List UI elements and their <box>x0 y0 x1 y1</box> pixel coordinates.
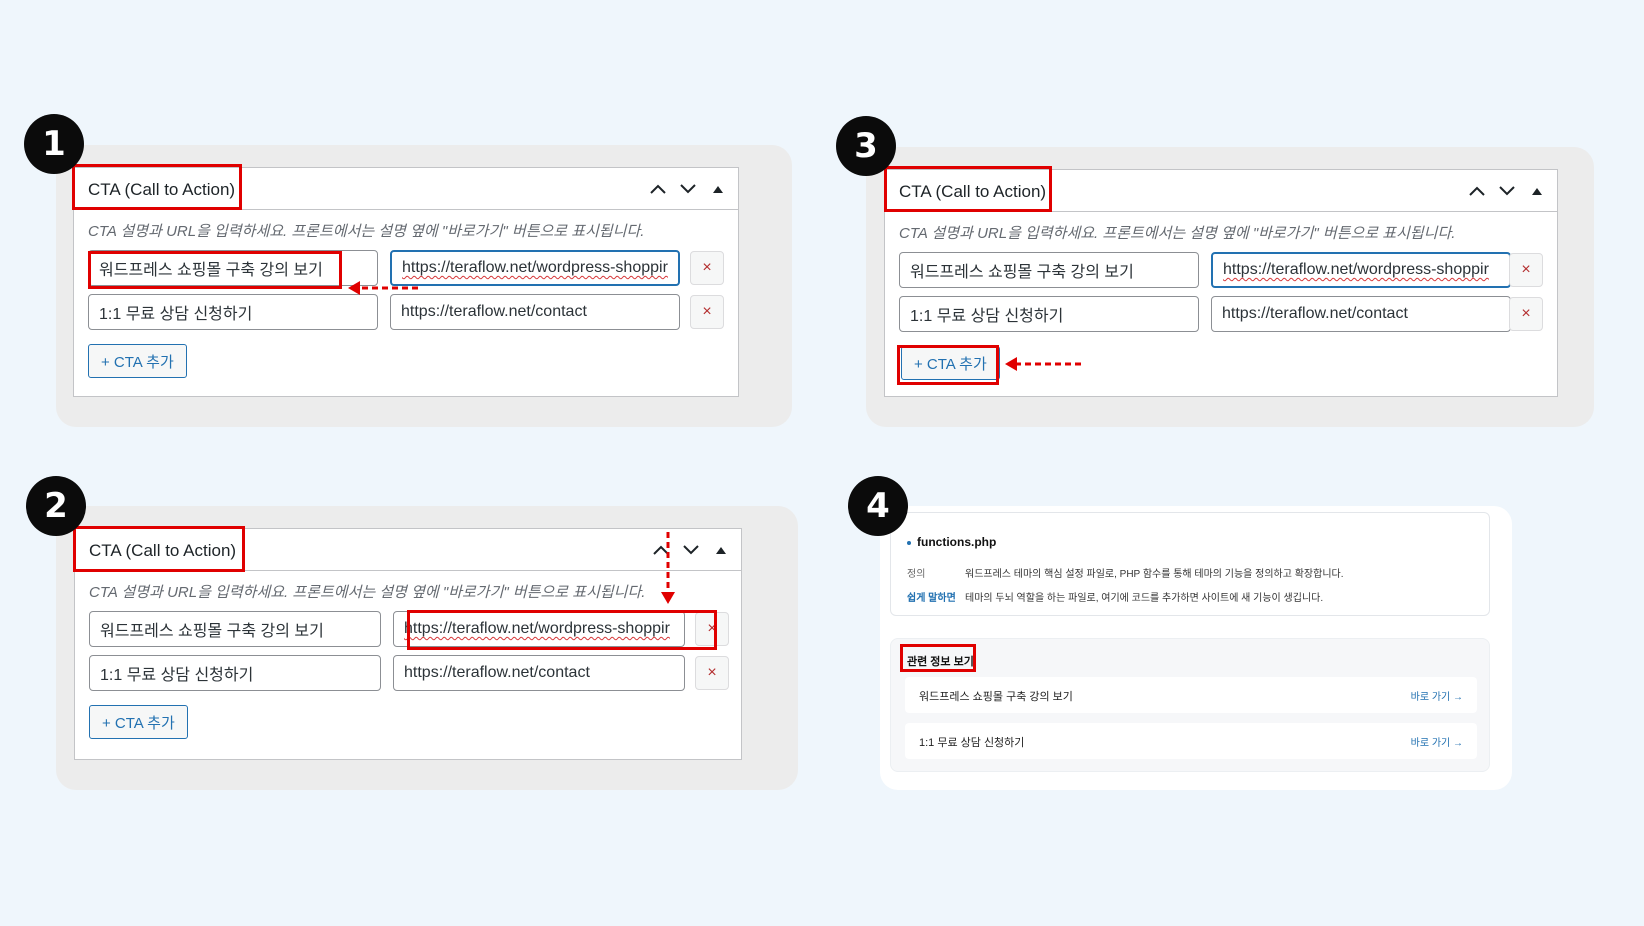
cta-url-input[interactable]: https://teraflow.net/wordpress-shoppir <box>390 250 680 286</box>
add-cta-button[interactable]: + CTA 추가 <box>901 346 1000 380</box>
add-cta-button[interactable]: + CTA 추가 <box>88 344 187 378</box>
related-item[interactable]: 워드프레스 쇼핑몰 구축 강의 보기 바로 가기 → <box>905 677 1477 713</box>
definition-row: 정의 워드프레스 테마의 핵심 설정 파일로, PHP 함수를 통해 테마의 기능… <box>907 565 1344 580</box>
related-info-box: 관련 정보 보기 워드프레스 쇼핑몰 구축 강의 보기 바로 가기 → 1:1 … <box>890 638 1490 772</box>
cta-url-input[interactable]: https://teraflow.net/wordpress-shoppir <box>1211 252 1511 288</box>
related-item[interactable]: 1:1 무료 상담 신청하기 바로 가기 → <box>905 723 1477 759</box>
chevron-down-icon[interactable] <box>676 178 700 200</box>
cta-url-text: https://teraflow.net/wordpress-shoppir <box>1223 261 1489 278</box>
arrow-left-icon <box>1005 357 1081 371</box>
definition-text: 워드프레스 테마의 핵심 설정 파일로, PHP 함수를 통해 테마의 기능을 … <box>965 569 1344 580</box>
metabox-title: CTA (Call to Action) <box>899 182 1047 201</box>
delete-row-button[interactable]: × <box>1509 297 1543 331</box>
triangle-up-icon[interactable] <box>706 178 730 200</box>
easy-key: 쉽게 말하면 <box>907 593 956 604</box>
cta-url-input[interactable]: https://teraflow.net/wordpress-shoppir <box>393 611 685 647</box>
delete-row-button[interactable]: × <box>695 612 729 646</box>
cta-url-input[interactable]: https://teraflow.net/contact <box>1211 296 1511 332</box>
triangle-up-icon[interactable] <box>1525 180 1549 202</box>
cta-label-input[interactable]: 워드프레스 쇼핑몰 구축 강의 보기 <box>89 611 381 647</box>
cta-label-input[interactable]: 1:1 무료 상담 신청하기 <box>89 655 381 691</box>
definition-key: 정의 <box>907 569 926 580</box>
delete-row-button[interactable]: × <box>1509 253 1543 287</box>
cta-metabox: CTA (Call to Action) CTA 설명과 URL을 입력하세요.… <box>74 528 742 760</box>
metabox-title: CTA (Call to Action) <box>89 541 237 560</box>
related-info-title: 관련 정보 보기 <box>907 656 974 668</box>
cta-label-input[interactable]: 1:1 무료 상담 신청하기 <box>899 296 1199 332</box>
glossary-card: functions.php 정의 워드프레스 테마의 핵심 설정 파일로, PHP… <box>890 512 1490 616</box>
metabox-title: CTA (Call to Action) <box>88 180 236 199</box>
related-item-label: 1:1 무료 상담 신청하기 <box>919 737 1025 749</box>
go-link[interactable]: 바로 가기 → <box>1411 688 1463 703</box>
cta-label-input[interactable]: 워드프레스 쇼핑몰 구축 강의 보기 <box>899 252 1199 288</box>
bullet-icon <box>907 540 911 545</box>
glossary-term: functions.php <box>907 535 996 549</box>
step-badge-3: 3 <box>836 116 896 176</box>
easy-explanation-row: 쉽게 말하면 테마의 두뇌 역할을 하는 파일로, 여기에 코드를 추가하면 사이… <box>907 589 1323 604</box>
metabox-description: CTA 설명과 URL을 입력하세요. 프론트에서는 설명 옆에 "바로가기" … <box>89 584 646 601</box>
chevron-up-icon[interactable] <box>646 178 670 200</box>
cta-url-text: https://teraflow.net/wordpress-shoppir <box>402 259 668 276</box>
add-cta-button[interactable]: + CTA 추가 <box>89 705 188 739</box>
step-1-panel: CTA (Call to Action) CTA 설명과 URL을 입력하세요.… <box>56 145 792 427</box>
step-badge-1: 1 <box>24 114 84 174</box>
cta-metabox: CTA (Call to Action) CTA 설명과 URL을 입력하세요.… <box>884 169 1558 397</box>
delete-row-button[interactable]: × <box>690 295 724 329</box>
cta-url-text: https://teraflow.net/wordpress-shoppir <box>404 620 670 637</box>
metabox-description: CTA 설명과 URL을 입력하세요. 프론트에서는 설명 옆에 "바로가기" … <box>899 225 1456 242</box>
go-link[interactable]: 바로 가기 → <box>1411 734 1463 749</box>
step-2-panel: CTA (Call to Action) CTA 설명과 URL을 입력하세요.… <box>56 506 798 790</box>
easy-text: 테마의 두뇌 역할을 하는 파일로, 여기에 코드를 추가하면 사이트에 새 기… <box>965 593 1324 604</box>
metabox-header: CTA (Call to Action) <box>75 529 741 571</box>
cta-url-input[interactable]: https://teraflow.net/contact <box>390 294 680 330</box>
step-badge-2: 2 <box>26 476 86 536</box>
glossary-term-text: functions.php <box>917 535 997 549</box>
arrow-left-icon <box>348 281 418 295</box>
frontend-preview: functions.php 정의 워드프레스 테마의 핵심 설정 파일로, PHP… <box>880 506 1512 790</box>
chevron-up-icon[interactable] <box>1465 180 1489 202</box>
step-badge-4: 4 <box>848 476 908 536</box>
cta-label-input[interactable]: 1:1 무료 상담 신청하기 <box>88 294 378 330</box>
cta-url-input[interactable]: https://teraflow.net/contact <box>393 655 685 691</box>
metabox-header: CTA (Call to Action) <box>74 168 738 210</box>
chevron-down-icon[interactable] <box>679 539 703 561</box>
chevron-down-icon[interactable] <box>1495 180 1519 202</box>
metabox-header: CTA (Call to Action) <box>885 170 1557 212</box>
cta-label-input[interactable]: 워드프레스 쇼핑몰 구축 강의 보기 <box>88 250 378 286</box>
metabox-description: CTA 설명과 URL을 입력하세요. 프론트에서는 설명 옆에 "바로가기" … <box>88 223 645 240</box>
related-item-label: 워드프레스 쇼핑몰 구축 강의 보기 <box>919 691 1073 703</box>
arrow-down-icon <box>661 532 675 604</box>
delete-row-button[interactable]: × <box>695 656 729 690</box>
triangle-up-icon[interactable] <box>709 539 733 561</box>
delete-row-button[interactable]: × <box>690 251 724 285</box>
step-3-panel: CTA (Call to Action) CTA 설명과 URL을 입력하세요.… <box>866 147 1594 427</box>
